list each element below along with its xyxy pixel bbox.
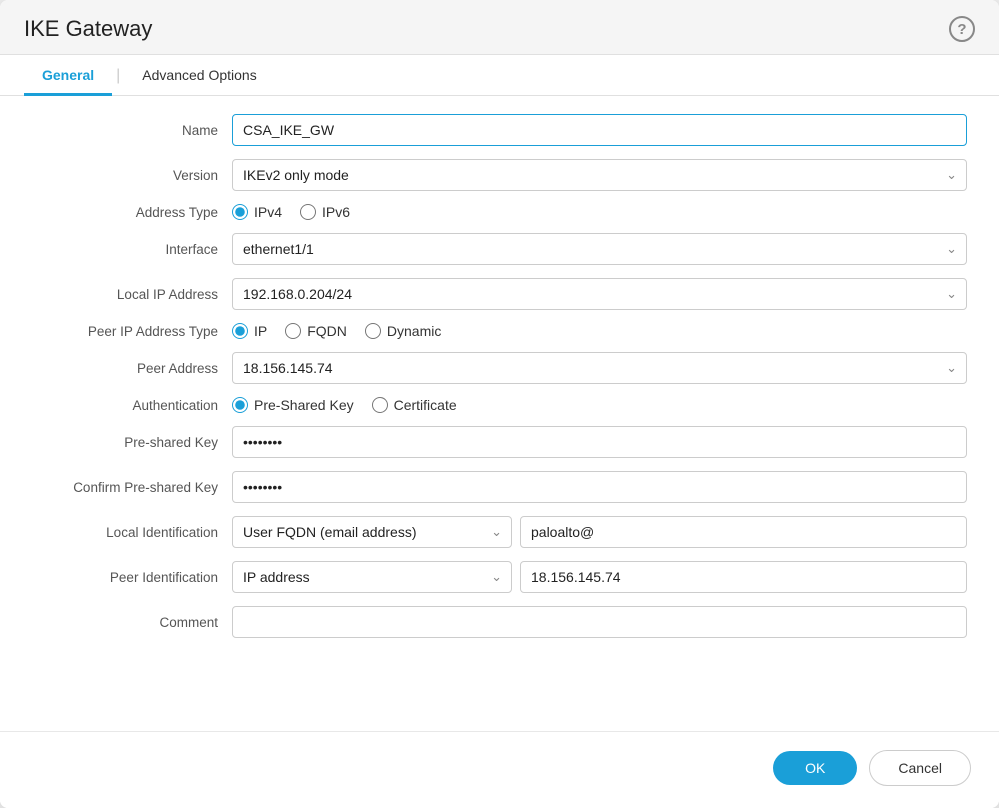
peer-ip-type-fqdn-text: FQDN: [307, 323, 347, 339]
cancel-button[interactable]: Cancel: [869, 750, 971, 786]
version-select[interactable]: IKEv2 only mode IKEv1 only mode IKEv2 pr…: [232, 159, 967, 191]
authentication-cert-label[interactable]: Certificate: [372, 397, 457, 413]
comment-row: Comment: [32, 606, 967, 638]
authentication-psk-label[interactable]: Pre-Shared Key: [232, 397, 354, 413]
preshared-key-row: Pre-shared Key: [32, 426, 967, 458]
peer-ip-type-dynamic-radio[interactable]: [365, 323, 381, 339]
comment-control: [232, 606, 967, 638]
peer-address-select-wrapper: 18.156.145.74 ⌄: [232, 352, 967, 384]
peer-ip-type-radio-group: IP FQDN Dynamic: [232, 323, 967, 339]
interface-label: Interface: [32, 242, 232, 257]
version-select-wrapper: IKEv2 only mode IKEv1 only mode IKEv2 pr…: [232, 159, 967, 191]
peer-ip-type-control: IP FQDN Dynamic: [232, 323, 967, 339]
peer-ip-type-ip-radio[interactable]: [232, 323, 248, 339]
preshared-key-input[interactable]: [232, 426, 967, 458]
authentication-label: Authentication: [32, 398, 232, 413]
authentication-cert-radio[interactable]: [372, 397, 388, 413]
preshared-key-control: [232, 426, 967, 458]
peer-ip-type-row: Peer IP Address Type IP FQDN Dynamic: [32, 323, 967, 339]
ike-gateway-dialog: IKE Gateway ? General | Advanced Options…: [0, 0, 999, 808]
authentication-row: Authentication Pre-Shared Key Certificat…: [32, 397, 967, 413]
name-row: Name: [32, 114, 967, 146]
name-input[interactable]: [232, 114, 967, 146]
address-type-ipv6-label[interactable]: IPv6: [300, 204, 350, 220]
name-label: Name: [32, 123, 232, 138]
local-ip-label: Local IP Address: [32, 287, 232, 302]
peer-address-control: 18.156.145.74 ⌄: [232, 352, 967, 384]
comment-label: Comment: [32, 615, 232, 630]
peer-ip-type-ip-label[interactable]: IP: [232, 323, 267, 339]
address-type-row: Address Type IPv4 IPv6: [32, 204, 967, 220]
local-id-control: User FQDN (email address) IP address FQD…: [232, 516, 967, 548]
peer-ip-type-dynamic-label[interactable]: Dynamic: [365, 323, 441, 339]
help-icon[interactable]: ?: [949, 16, 975, 42]
tab-bar: General | Advanced Options: [0, 55, 999, 96]
peer-id-row: Peer Identification IP address User FQDN…: [32, 561, 967, 593]
form-body: Name Version IKEv2 only mode IKEv1 only …: [0, 96, 999, 731]
peer-address-select[interactable]: 18.156.145.74: [232, 352, 967, 384]
address-type-control: IPv4 IPv6: [232, 204, 967, 220]
peer-address-row: Peer Address 18.156.145.74 ⌄: [32, 352, 967, 384]
confirm-preshared-key-label: Confirm Pre-shared Key: [32, 480, 232, 495]
dialog-footer: OK Cancel: [0, 731, 999, 808]
peer-ip-type-label: Peer IP Address Type: [32, 324, 232, 339]
dialog-header: IKE Gateway ?: [0, 0, 999, 55]
peer-id-value-input[interactable]: [520, 561, 967, 593]
authentication-psk-text: Pre-Shared Key: [254, 397, 354, 413]
name-control: [232, 114, 967, 146]
peer-id-control: IP address User FQDN (email address) FQD…: [232, 561, 967, 593]
address-type-ipv6-radio[interactable]: [300, 204, 316, 220]
local-id-label: Local Identification: [32, 525, 232, 540]
tab-separator: |: [112, 55, 124, 95]
local-ip-select-wrapper: 192.168.0.204/24 ⌄: [232, 278, 967, 310]
local-ip-select[interactable]: 192.168.0.204/24: [232, 278, 967, 310]
confirm-preshared-key-input[interactable]: [232, 471, 967, 503]
peer-address-label: Peer Address: [32, 361, 232, 376]
authentication-psk-radio[interactable]: [232, 397, 248, 413]
preshared-key-label: Pre-shared Key: [32, 435, 232, 450]
local-ip-row: Local IP Address 192.168.0.204/24 ⌄: [32, 278, 967, 310]
comment-input[interactable]: [232, 606, 967, 638]
peer-id-type-wrapper: IP address User FQDN (email address) FQD…: [232, 561, 512, 593]
tab-advanced[interactable]: Advanced Options: [124, 55, 274, 96]
address-type-ipv4-text: IPv4: [254, 204, 282, 220]
address-type-ipv4-label[interactable]: IPv4: [232, 204, 282, 220]
version-row: Version IKEv2 only mode IKEv1 only mode …: [32, 159, 967, 191]
local-ip-control: 192.168.0.204/24 ⌄: [232, 278, 967, 310]
peer-ip-type-dynamic-text: Dynamic: [387, 323, 441, 339]
ok-button[interactable]: OK: [773, 751, 857, 785]
local-id-type-select[interactable]: User FQDN (email address) IP address FQD…: [232, 516, 512, 548]
interface-row: Interface ethernet1/1 ⌄: [32, 233, 967, 265]
peer-ip-type-fqdn-radio[interactable]: [285, 323, 301, 339]
confirm-preshared-key-control: [232, 471, 967, 503]
address-type-label: Address Type: [32, 205, 232, 220]
authentication-control: Pre-Shared Key Certificate: [232, 397, 967, 413]
version-control: IKEv2 only mode IKEv1 only mode IKEv2 pr…: [232, 159, 967, 191]
address-type-radio-group: IPv4 IPv6: [232, 204, 967, 220]
peer-ip-type-ip-text: IP: [254, 323, 267, 339]
address-type-ipv6-text: IPv6: [322, 204, 350, 220]
tab-general[interactable]: General: [24, 55, 112, 96]
peer-id-type-select[interactable]: IP address User FQDN (email address) FQD…: [232, 561, 512, 593]
peer-id-label: Peer Identification: [32, 570, 232, 585]
dialog-title: IKE Gateway: [24, 16, 152, 42]
authentication-cert-text: Certificate: [394, 397, 457, 413]
interface-select-wrapper: ethernet1/1 ⌄: [232, 233, 967, 265]
local-id-type-wrapper: User FQDN (email address) IP address FQD…: [232, 516, 512, 548]
local-id-row: Local Identification User FQDN (email ad…: [32, 516, 967, 548]
interface-select[interactable]: ethernet1/1: [232, 233, 967, 265]
interface-control: ethernet1/1 ⌄: [232, 233, 967, 265]
local-id-value-input[interactable]: [520, 516, 967, 548]
version-label: Version: [32, 168, 232, 183]
authentication-radio-group: Pre-Shared Key Certificate: [232, 397, 967, 413]
confirm-preshared-key-row: Confirm Pre-shared Key: [32, 471, 967, 503]
address-type-ipv4-radio[interactable]: [232, 204, 248, 220]
peer-ip-type-fqdn-label[interactable]: FQDN: [285, 323, 347, 339]
